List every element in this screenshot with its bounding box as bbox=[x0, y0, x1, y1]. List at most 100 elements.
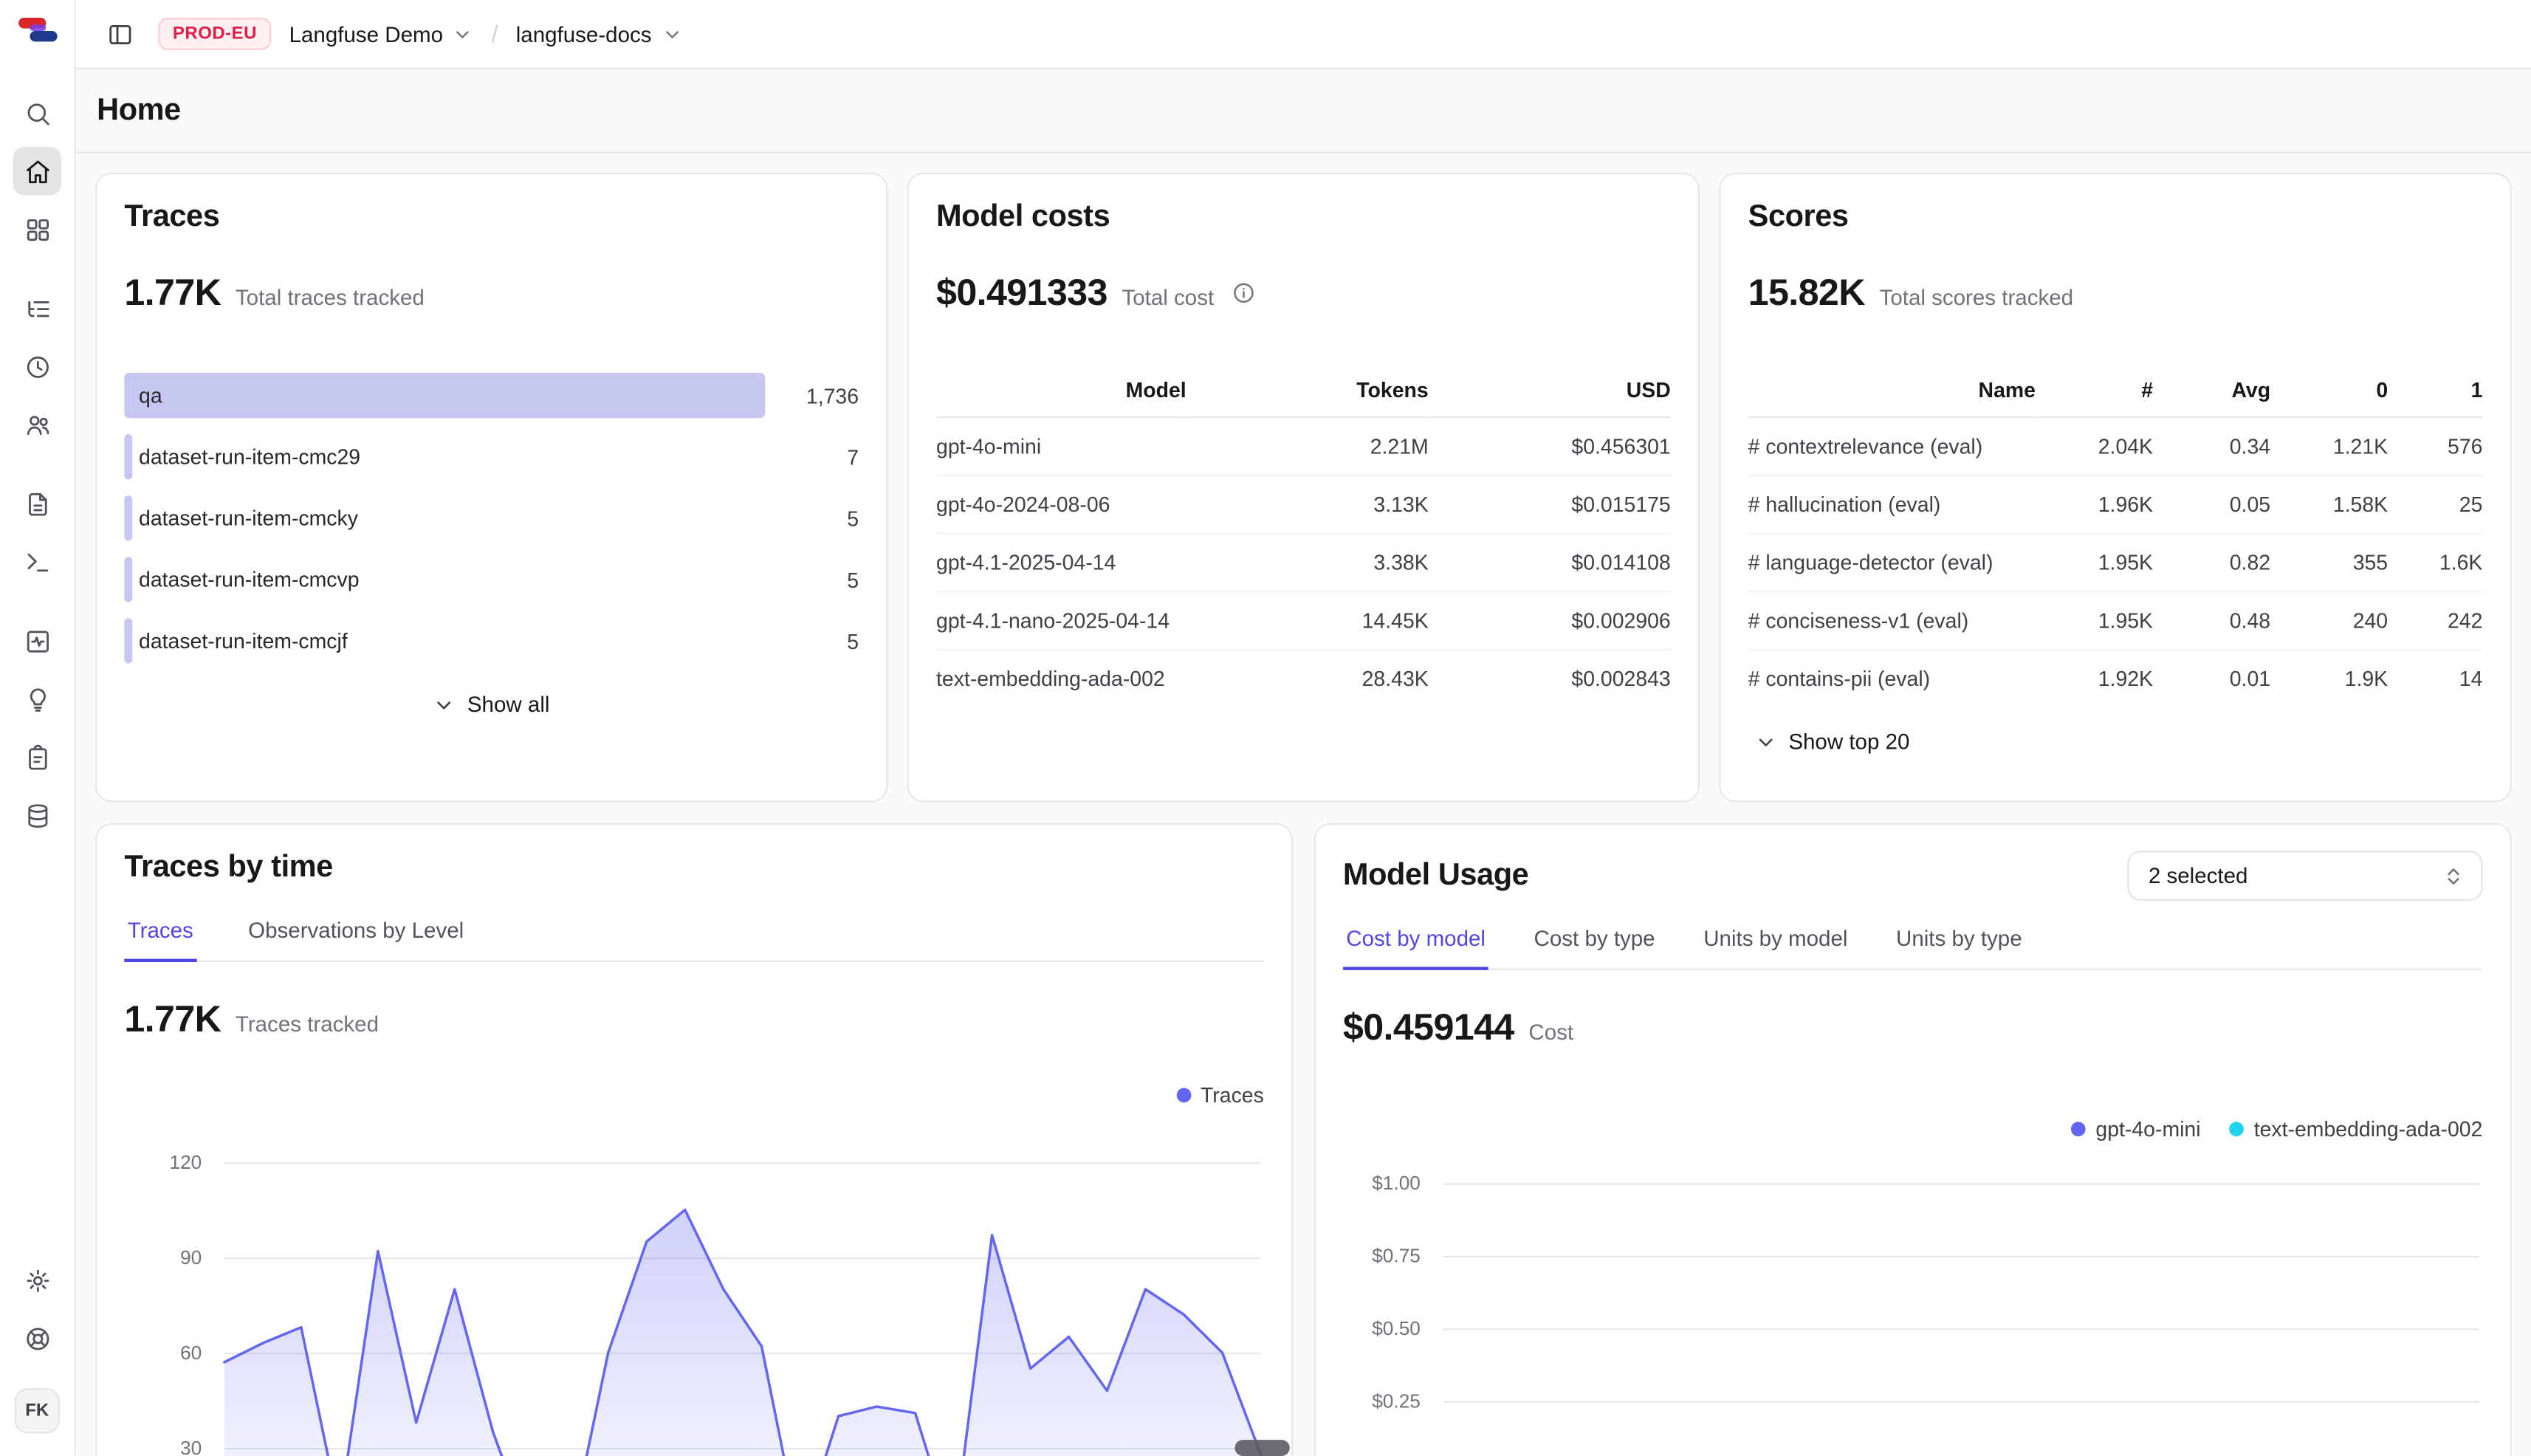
usd-cell: $0.002906 bbox=[1429, 591, 1671, 650]
gridline bbox=[1443, 1328, 2479, 1330]
column-header[interactable]: Model bbox=[936, 363, 1186, 417]
sidebar-item-sessions[interactable] bbox=[13, 342, 61, 391]
model-name-cell: text-embedding-ada-002 bbox=[936, 650, 1186, 707]
usd-cell: $0.015175 bbox=[1429, 475, 1671, 534]
sidebar-item-evaluation[interactable] bbox=[13, 617, 61, 665]
show-top-20-button[interactable]: Show top 20 bbox=[1748, 729, 2483, 754]
column-header[interactable]: 0 bbox=[2270, 363, 2388, 417]
table-row[interactable]: gpt-4o-mini 2.21M $0.456301 bbox=[936, 417, 1671, 475]
table-row[interactable]: # contains-pii (eval) 1.92K 0.01 1.9K 14 bbox=[1748, 650, 2483, 707]
grid-row: $0.75 bbox=[1343, 1256, 2482, 1328]
column-header[interactable]: Tokens bbox=[1186, 363, 1429, 417]
column-header[interactable]: USD bbox=[1429, 363, 1671, 417]
model-usage-select[interactable]: 2 selected bbox=[2127, 851, 2482, 901]
content: Traces 1.77K Total traces tracked bbox=[76, 154, 2531, 1456]
traces-by-time-tabs: Traces Observations by Level bbox=[124, 918, 1263, 962]
sidebar-item-prompts[interactable] bbox=[13, 479, 61, 528]
score-name-cell: # conciseness-v1 (eval) bbox=[1748, 591, 2036, 650]
tab[interactable]: Observations by Level bbox=[245, 918, 467, 961]
list-tree-icon bbox=[24, 295, 51, 322]
bar-fill bbox=[124, 373, 765, 418]
show-all-button[interactable]: Show all bbox=[124, 693, 859, 717]
table-row[interactable]: gpt-4.1-nano-2025-04-14 14.45K $0.002906 bbox=[936, 591, 1671, 650]
sidebar-item-search[interactable] bbox=[13, 89, 61, 137]
traces-bar-list: qa 1,736 dataset-run-item-cmc29 bbox=[124, 373, 859, 664]
tab[interactable]: Units by model bbox=[1700, 927, 1851, 969]
traces-chart-svg[interactable] bbox=[224, 1162, 1261, 1456]
tab[interactable]: Units by type bbox=[1893, 927, 2025, 969]
topbar: PROD-EU Langfuse Demo / langfuse-docs bbox=[76, 0, 2531, 69]
bar-track: qa bbox=[124, 373, 765, 418]
y-axis-tick-label: $1.00 bbox=[1343, 1172, 1421, 1195]
table-row[interactable]: gpt-4o-2024-08-06 3.13K $0.015175 bbox=[936, 475, 1671, 534]
org-switcher[interactable]: Langfuse Demo bbox=[289, 22, 474, 47]
table-row[interactable]: text-embedding-ada-002 28.43K $0.002843 bbox=[936, 650, 1671, 707]
table-row[interactable]: # conciseness-v1 (eval) 1.95K 0.48 240 2… bbox=[1748, 591, 2483, 650]
model-name-cell: gpt-4o-mini bbox=[936, 417, 1186, 475]
card-title: Traces bbox=[124, 200, 219, 236]
table-row[interactable]: # hallucination (eval) 1.96K 0.05 1.58K … bbox=[1748, 475, 2483, 534]
chevron-down-icon bbox=[1754, 730, 1777, 753]
horizontal-scrollbar-thumb[interactable] bbox=[1234, 1440, 1289, 1456]
app-root: FK PROD-EU Langfuse Demo / langfuse-docs bbox=[0, 0, 2531, 1456]
usd-cell: $0.002843 bbox=[1429, 650, 1671, 707]
sidebar-item-users[interactable] bbox=[13, 400, 61, 449]
legend-item[interactable]: Traces bbox=[1176, 1083, 1264, 1108]
usd-cell: $0.456301 bbox=[1429, 417, 1671, 475]
show-all-label: Show all bbox=[467, 693, 550, 717]
bar-row[interactable]: dataset-run-item-cmcky 5 bbox=[124, 495, 859, 540]
bar-label: dataset-run-item-cmcjf bbox=[139, 629, 348, 653]
search-icon bbox=[24, 99, 51, 126]
sidebar-item-support[interactable] bbox=[13, 1314, 61, 1363]
tab[interactable]: Cost by type bbox=[1531, 927, 1658, 969]
avatar[interactable]: FK bbox=[15, 1388, 60, 1433]
environment-badge[interactable]: PROD-EU bbox=[158, 18, 271, 50]
sidebar-toggle-button[interactable] bbox=[98, 13, 140, 55]
usd-cell: $0.014108 bbox=[1429, 534, 1671, 592]
select-value: 2 selected bbox=[2149, 864, 2248, 888]
chart-legend: gpt-4o-mini text-embedding-ada-002 bbox=[1343, 1117, 2482, 1141]
one-cell: 1.6K bbox=[2388, 534, 2482, 592]
info-icon[interactable] bbox=[1232, 281, 1256, 305]
y-axis-tick-label: 120 bbox=[124, 1151, 202, 1174]
table-row[interactable]: gpt-4.1-2025-04-14 3.38K $0.014108 bbox=[936, 534, 1671, 592]
sidebar-item-settings[interactable] bbox=[13, 1256, 61, 1305]
gridline bbox=[1443, 1256, 2479, 1257]
tab[interactable]: Traces bbox=[124, 918, 196, 961]
bar-track: dataset-run-item-cmcky bbox=[124, 495, 765, 540]
count-cell: 1.92K bbox=[2036, 650, 2153, 707]
show-top-20-label: Show top 20 bbox=[1788, 729, 1909, 754]
sidebar-item-dashboards[interactable] bbox=[13, 205, 61, 254]
legend-dot bbox=[1176, 1088, 1191, 1103]
bar-row[interactable]: qa 1,736 bbox=[124, 373, 859, 418]
sidebar-item-database[interactable] bbox=[13, 791, 61, 839]
sidebar-item-insights[interactable] bbox=[13, 675, 61, 724]
sidebar-item-tracing[interactable] bbox=[13, 284, 61, 333]
model-usage-chart: $1.00 $0.75 bbox=[1343, 1183, 2482, 1455]
card-title: Traces by time bbox=[124, 851, 333, 886]
bar-row[interactable]: dataset-run-item-cmc29 7 bbox=[124, 434, 859, 479]
table-row[interactable]: # contextrelevance (eval) 2.04K 0.34 1.2… bbox=[1748, 417, 2483, 475]
project-switcher[interactable]: langfuse-docs bbox=[516, 22, 682, 47]
column-header[interactable]: Avg bbox=[2153, 363, 2270, 417]
langfuse-logo-icon[interactable] bbox=[17, 16, 58, 44]
scores-metric-label: Total scores tracked bbox=[1880, 286, 2073, 310]
legend-item[interactable]: gpt-4o-mini bbox=[2072, 1117, 2201, 1141]
column-header[interactable]: Name bbox=[1748, 363, 2036, 417]
bar-row[interactable]: dataset-run-item-cmcjf 5 bbox=[124, 618, 859, 663]
sidebar-item-home[interactable] bbox=[13, 147, 61, 196]
tab[interactable]: Cost by model bbox=[1343, 927, 1488, 969]
life-buoy-icon bbox=[24, 1325, 51, 1352]
legend-item[interactable]: text-embedding-ada-002 bbox=[2230, 1117, 2482, 1141]
table-row[interactable]: # language-detector (eval) 1.95K 0.82 35… bbox=[1748, 534, 2483, 592]
model-costs-card: Model costs $0.491333 Total cost bbox=[907, 173, 1700, 803]
bar-row[interactable]: dataset-run-item-cmcvp 5 bbox=[124, 557, 859, 602]
column-header[interactable]: # bbox=[2036, 363, 2153, 417]
sidebar-item-datasets[interactable] bbox=[13, 733, 61, 782]
traces-chart: 120 90 6 bbox=[124, 1162, 1263, 1456]
sidebar-item-playground[interactable] bbox=[13, 538, 61, 586]
model-usage-metric: $0.459144 bbox=[1343, 1006, 1514, 1049]
bar-label: dataset-run-item-cmcky bbox=[139, 506, 358, 530]
column-header[interactable]: 1 bbox=[2388, 363, 2482, 417]
avg-cell: 0.82 bbox=[2153, 534, 2270, 592]
